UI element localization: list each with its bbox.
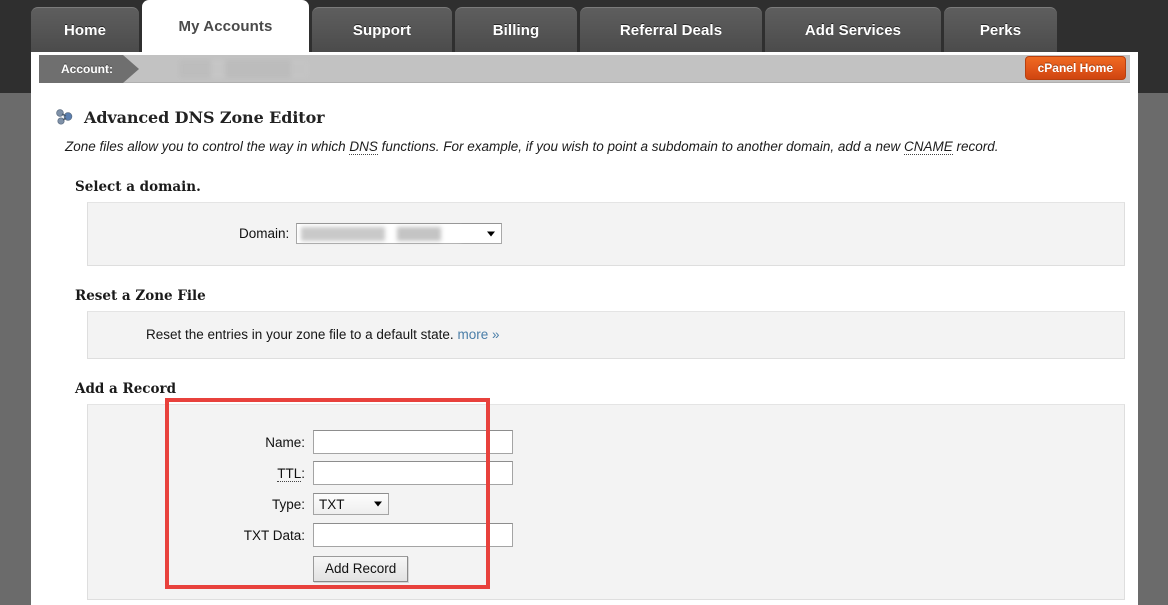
txt-data-input[interactable] <box>313 523 513 548</box>
type-label: Type: <box>271 496 305 512</box>
dns-abbr: DNS <box>349 139 378 155</box>
page-description: Zone files allow you to control the way … <box>65 137 1110 157</box>
tab-home-label: Home <box>63 21 107 39</box>
account-label: Account: <box>61 62 113 76</box>
page-title: Advanced DNS Zone Editor <box>84 107 325 127</box>
page-description-part1: Zone files allow you to control the way … <box>65 139 350 154</box>
add-record-panel: Name: TTL: Type: TXT TXT Data: Add Recor… <box>87 403 1125 600</box>
type-row: Type: TXT <box>88 489 1124 520</box>
page-description-part3: record. <box>952 139 999 154</box>
account-bar-inner: Account: cPanel Home <box>39 55 1130 83</box>
tab-home[interactable]: Home <box>31 7 139 52</box>
ttl-label-wrap: TTL: <box>88 465 313 482</box>
reset-zone-text: Reset the entries in your zone file to a… <box>146 327 454 343</box>
name-input[interactable] <box>313 430 513 455</box>
cname-abbr: CNAME <box>903 139 953 155</box>
tab-support-label: Support <box>352 21 412 39</box>
select-domain-heading: Select a domain. <box>75 178 201 195</box>
tab-my-accounts[interactable]: My Accounts <box>142 0 309 52</box>
main-content: Advanced DNS Zone Editor Zone files allo… <box>31 93 1138 605</box>
tab-my-accounts-label: My Accounts <box>178 18 273 35</box>
select-domain-panel: Domain: <box>87 201 1125 266</box>
add-record-form: Name: TTL: Type: TXT TXT Data: Add Recor… <box>88 405 1124 582</box>
chevron-down-icon <box>487 231 496 237</box>
add-record-heading: Add a Record <box>75 380 177 397</box>
tab-billing[interactable]: Billing <box>455 7 577 52</box>
page-title-row: Advanced DNS Zone Editor <box>53 107 1113 127</box>
account-label-tag: Account: <box>39 55 139 83</box>
add-record-button[interactable]: Add Record <box>313 555 409 582</box>
account-bar: Account: cPanel Home <box>31 52 1138 93</box>
ttl-abbr: TTL <box>277 465 302 482</box>
ttl-input[interactable] <box>313 461 513 486</box>
tab-referral-deals[interactable]: Referral Deals <box>580 7 762 52</box>
cpanel-home-button[interactable]: cPanel Home <box>1024 56 1126 80</box>
type-select[interactable]: TXT <box>313 493 389 516</box>
tab-support[interactable]: Support <box>312 7 452 52</box>
cpanel-home-label: cPanel Home <box>1037 61 1113 75</box>
tab-add-services[interactable]: Add Services <box>765 7 941 52</box>
tab-perks-label: Perks <box>979 21 1022 39</box>
account-value-redacted <box>179 60 309 78</box>
tab-referral-deals-label: Referral Deals <box>619 21 723 39</box>
txt-data-row: TXT Data: <box>88 520 1124 551</box>
tab-perks[interactable]: Perks <box>944 7 1057 52</box>
txt-data-label: TXT Data: <box>243 527 305 543</box>
chevron-down-icon <box>374 501 382 507</box>
name-label: Name: <box>265 434 305 450</box>
ttl-row: TTL: <box>88 458 1124 489</box>
tab-add-services-label: Add Services <box>804 21 902 39</box>
dns-zone-editor-icon <box>53 107 75 127</box>
name-row: Name: <box>88 427 1124 458</box>
reset-zone-more-link[interactable]: more » <box>457 327 499 342</box>
main-nav-tabs: Home My Accounts Support Billing Referra… <box>0 0 1168 52</box>
page-description-part2: functions. For example, if you wish to p… <box>377 139 904 154</box>
domain-row: Domain: <box>88 203 1124 265</box>
ttl-label-suffix: : <box>301 465 305 481</box>
domain-select-value-redacted <box>301 227 462 242</box>
reset-zone-panel: Reset the entries in your zone file to a… <box>87 310 1125 359</box>
reset-zone-text-wrap: Reset the entries in your zone file to a… <box>88 327 499 342</box>
domain-select[interactable] <box>296 223 503 245</box>
domain-label: Domain: <box>239 226 290 242</box>
reset-zone-heading: Reset a Zone File <box>75 287 206 304</box>
tab-billing-label: Billing <box>492 21 540 39</box>
type-select-value: TXT <box>319 496 345 512</box>
